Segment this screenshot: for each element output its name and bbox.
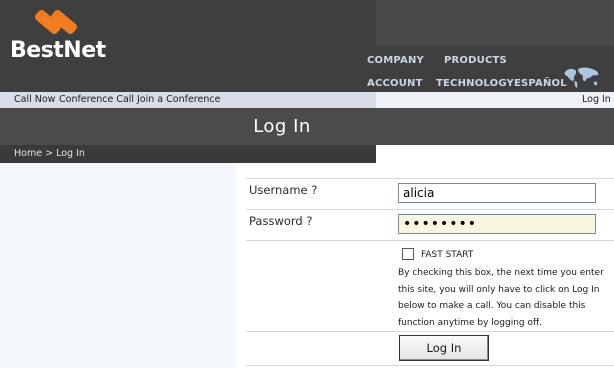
- breadcrumb-current: Log In: [56, 148, 85, 159]
- nav-account[interactable]: ACCOUNT: [367, 78, 423, 89]
- subnav-bar-right: [376, 92, 614, 108]
- nav-company[interactable]: COMPANY: [367, 55, 424, 66]
- login-button[interactable]: Log In: [399, 335, 489, 361]
- breadcrumb: Home > Log In: [14, 148, 85, 159]
- form-divider: [246, 331, 614, 332]
- username-help-icon[interactable]: ?: [311, 183, 317, 197]
- username-input[interactable]: [398, 183, 596, 203]
- fast-start-description: By checking this box, the next time you …: [398, 268, 604, 328]
- nav-espanol[interactable]: ESPAÑOL: [514, 78, 567, 89]
- left-panel: [0, 163, 236, 368]
- subnav-call-now[interactable]: Call Now: [14, 94, 55, 105]
- breadcrumb-home[interactable]: Home: [14, 148, 42, 159]
- form-divider: [246, 240, 614, 241]
- form-divider: [246, 178, 614, 179]
- subnav-login[interactable]: Log In: [582, 94, 611, 105]
- password-label-text: Password: [249, 214, 303, 228]
- subnav-conference-call[interactable]: Conference Call: [59, 94, 134, 105]
- page-title: Log In: [253, 116, 311, 137]
- password-help-icon[interactable]: ?: [306, 214, 312, 228]
- brand-logo-text[interactable]: BestNet: [10, 38, 106, 63]
- username-label-text: Username: [249, 183, 308, 197]
- nav-technology[interactable]: TECHNOLOGY: [436, 78, 514, 89]
- nav-products[interactable]: PRODUCTS: [444, 55, 507, 66]
- form-divider: [246, 365, 614, 366]
- fast-start-label: FAST START: [421, 250, 474, 260]
- subnav-join-conference[interactable]: Join a Conference: [137, 94, 220, 105]
- bestnet-logo-icon[interactable]: [32, 6, 82, 42]
- password-input[interactable]: [398, 214, 596, 234]
- form-divider: [246, 209, 614, 210]
- username-label: Username ?: [249, 183, 317, 197]
- world-map-icon: [564, 67, 599, 88]
- header-right-top-panel: [376, 0, 614, 46]
- password-label: Password ?: [249, 214, 312, 228]
- breadcrumb-separator: >: [45, 148, 54, 159]
- fast-start-checkbox[interactable]: [402, 248, 414, 260]
